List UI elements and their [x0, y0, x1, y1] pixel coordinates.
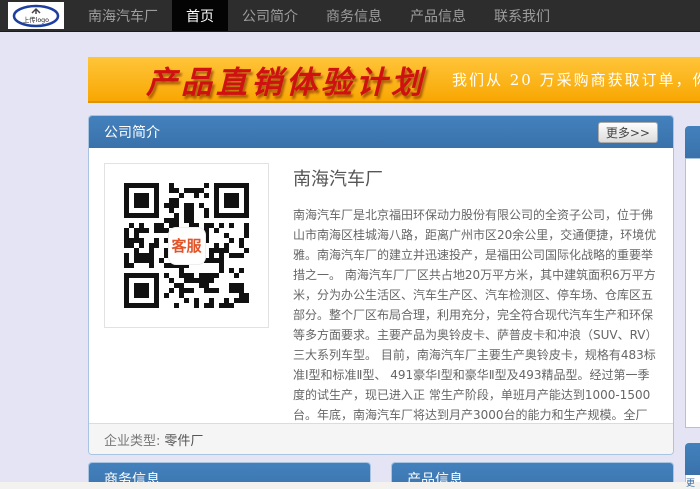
- sidebar-more-link[interactable]: 更多: [686, 476, 700, 489]
- sidebar-panel-header: [685, 126, 700, 158]
- nav-item-brand[interactable]: 南海汽车厂: [74, 0, 172, 31]
- company-type-bar: 企业类型: 零件厂: [89, 423, 673, 454]
- site-logo[interactable]: 上传logo: [8, 2, 64, 29]
- nav-item-product-info[interactable]: 产品信息: [396, 0, 480, 31]
- bottom-strip: [0, 482, 700, 489]
- nav-item-business-info[interactable]: 商务信息: [312, 0, 396, 31]
- page: 上传logo 南海汽车厂 首页 公司简介 商务信息 产品信息 联系我们 产品直销…: [0, 0, 700, 489]
- company-type-value: 零件厂: [164, 430, 203, 449]
- company-intro-body: 客服 南海汽车厂 南海汽车厂是北京福田环保动力股份有限公司的全资子公司，位于佛山…: [89, 148, 673, 423]
- banner-subtext: 我们从 20 万采购商获取订单，你们: [452, 69, 700, 90]
- panel-title: 公司简介: [104, 122, 598, 142]
- sidebar-panel-body: [685, 158, 700, 428]
- company-type-label: 企业类型:: [104, 430, 160, 449]
- company-name: 南海汽车厂: [293, 165, 658, 191]
- promo-banner[interactable]: 产品直销体验计划 我们从 20 万采购商获取订单，你们: [88, 57, 700, 103]
- nav-item-home[interactable]: 首页: [172, 0, 228, 31]
- more-button[interactable]: 更多>>: [598, 122, 658, 143]
- company-intro-panel: 公司简介 更多>> 客服 南海汽车厂 南海汽车厂是北京福田环保动力股份有限公司的…: [88, 115, 674, 455]
- company-description: 南海汽车厂是北京福田环保动力股份有限公司的全资子公司，位于佛山市南海区桂城海八路…: [293, 205, 658, 423]
- logo-label: 上传logo: [11, 16, 61, 25]
- qr-code-image: 客服: [104, 163, 269, 328]
- company-text-block: 南海汽车厂 南海汽车厂是北京福田环保动力股份有限公司的全资子公司，位于佛山市南海…: [293, 163, 658, 408]
- nav-item-company-intro[interactable]: 公司简介: [228, 0, 312, 31]
- sidebar-panel2-header: [685, 443, 700, 475]
- banner-headline: 产品直销体验计划: [146, 57, 426, 102]
- qr-center-logo: 客服: [168, 227, 206, 265]
- company-intro-header: 公司简介 更多>>: [89, 116, 673, 148]
- nav-item-contact[interactable]: 联系我们: [480, 0, 564, 31]
- top-nav: 上传logo 南海汽车厂 首页 公司简介 商务信息 产品信息 联系我们: [0, 0, 700, 32]
